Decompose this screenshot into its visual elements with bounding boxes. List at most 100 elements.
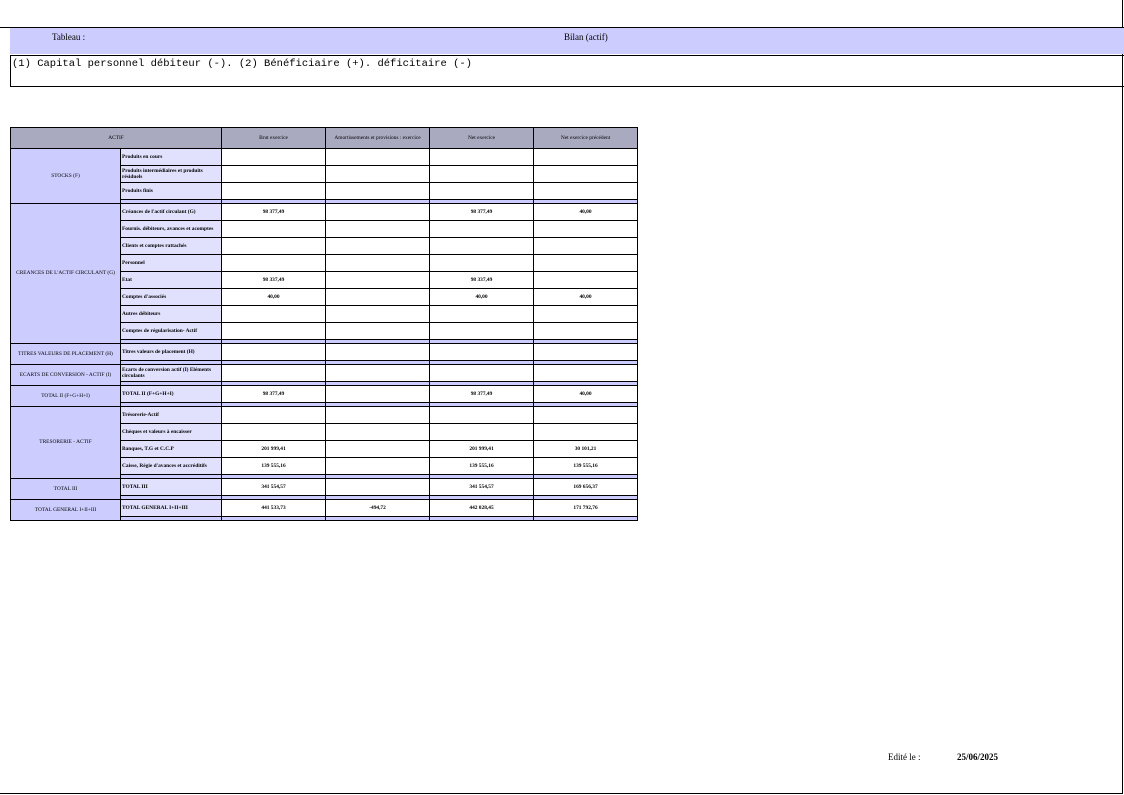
row-label: Trésorerie-Actif (119, 406, 223, 424)
value-cell-amort (325, 440, 431, 458)
note-box: (1) Capital personnel débiteur (-). (2) … (10, 55, 1124, 87)
row-label: Créances de l'actif circulant (G) (119, 203, 223, 221)
category-cell: TOTAL III (10, 478, 121, 500)
value-cell-amort (325, 457, 431, 475)
page-title: Bilan (actif) (564, 32, 608, 42)
value-cell-amort (325, 478, 431, 496)
table-row: TITRES VALEURS DE PLACEMENT (H) Titres va… (10, 343, 639, 365)
row-label: Titres valeurs de placement (H) (119, 343, 223, 361)
value-cell-brut (221, 237, 327, 255)
row-label: Personnel (119, 254, 223, 272)
table-row: CREANCES DE L'ACTIF CIRCULANT (G) Créance… (10, 203, 639, 344)
row-label: Comptes de régularisation- Actif (119, 322, 223, 340)
category-cell: ECARTS DE CONVERSION - ACTIF (I) (10, 364, 121, 386)
value-cell-prec (533, 148, 639, 166)
value-cell-net: 201 999,41 (429, 440, 535, 458)
value-cell-net (429, 343, 535, 361)
value-cell-brut: 201 999,41 (221, 440, 327, 458)
separator-cell (429, 516, 535, 521)
table-row: ECARTS DE CONVERSION - ACTIF (I) Ecarts d… (10, 364, 639, 386)
value-cell-brut: 441 533,73 (221, 499, 327, 517)
value-cell-brut (221, 254, 327, 272)
value-cell-brut (221, 220, 327, 238)
value-cell-brut (221, 322, 327, 340)
table-row: STOCKS (F) Produits en cours (10, 148, 639, 204)
separator-cell (221, 516, 327, 521)
row-label: Fournis. débiteurs, avances et acomptes (119, 220, 223, 238)
value-cell-net (429, 305, 535, 323)
category-cell: TOTAL GENERAL I+II+III (10, 499, 121, 521)
title-band: Tableau : Bilan (actif) (10, 28, 1124, 54)
row-label: Etat (119, 271, 223, 289)
separator-cell (533, 516, 639, 521)
value-cell-brut (221, 148, 327, 166)
row-label: TOTAL III (119, 478, 223, 496)
edite-date: 25/06/2025 (957, 752, 999, 762)
value-cell-prec: 40,00 (533, 203, 639, 221)
value-cell-prec: 139 555,16 (533, 457, 639, 475)
row-label: TOTAL GENERAL I+II+III (119, 499, 223, 517)
value-cell-prec: 30 101,21 (533, 440, 639, 458)
value-cell-amort (325, 385, 431, 403)
value-cell-prec (533, 237, 639, 255)
value-cell-prec (533, 220, 639, 238)
value-cell-prec (533, 182, 639, 200)
value-cell-amort: -494,72 (325, 499, 431, 517)
value-cell-net (429, 237, 535, 255)
edite-label: Edité le : (888, 752, 921, 762)
value-cell-prec (533, 271, 639, 289)
col-header-brut: Brut exercice (221, 127, 327, 149)
value-cell-net: 98 377,49 (429, 385, 535, 403)
row-label: Clients et comptes rattachés (119, 237, 223, 255)
col-header-actif: ACTIF (9, 127, 223, 149)
value-cell-brut: 98 377,49 (221, 385, 327, 403)
value-cell-net (429, 406, 535, 424)
row-label: Autres débiteurs (119, 305, 223, 323)
value-cell-amort (325, 423, 431, 441)
value-cell-net (429, 182, 535, 200)
value-cell-brut (221, 165, 327, 183)
category-cell: TOTAL II (F+G+H+I) (10, 385, 121, 407)
value-cell-net: 139 555,16 (429, 457, 535, 475)
value-cell-prec: 171 792,76 (533, 499, 639, 517)
value-cell-net: 98 337,49 (429, 271, 535, 289)
row-label: Produits finis (119, 182, 223, 200)
value-cell-brut: 98 337,49 (221, 271, 327, 289)
row-label: Banques, T.G et C.C.P (119, 440, 223, 458)
value-cell-net (429, 148, 535, 166)
table-row: TOTAL II (F+G+H+I) TOTAL II (F+G+H+I) 98 3… (10, 385, 639, 407)
value-cell-prec: 40,00 (533, 385, 639, 403)
row-label: Caisse, Régie d'avances et accréditifs (119, 457, 223, 475)
value-cell-brut (221, 182, 327, 200)
row-label: TOTAL II (F+G+H+I) (119, 385, 223, 403)
value-cell-prec: 169 656,37 (533, 478, 639, 496)
value-cell-amort (325, 322, 431, 340)
row-label: Chèques et valeurs à encaisser (119, 423, 223, 441)
value-cell-amort (325, 305, 431, 323)
separator-cell (119, 516, 223, 521)
value-cell-amort (325, 182, 431, 200)
value-cell-prec (533, 423, 639, 441)
value-cell-net: 442 028,45 (429, 499, 535, 517)
value-cell-brut (221, 305, 327, 323)
value-cell-prec (533, 343, 639, 361)
note-text: (1) Capital personnel débiteur (-). (2) … (12, 58, 472, 70)
col-header-net: Net exercice (429, 127, 535, 149)
value-cell-amort (325, 237, 431, 255)
row-label: Produits intermédiaires et produits rési… (119, 165, 223, 183)
value-cell-amort (325, 165, 431, 183)
col-header-prec: Net exercice précédent (533, 127, 639, 149)
value-cell-net: 40,00 (429, 288, 535, 306)
value-cell-amort (325, 343, 431, 361)
value-cell-amort (325, 406, 431, 424)
value-cell-prec (533, 254, 639, 272)
category-cell: TRESORERIE - ACTIF (10, 406, 121, 479)
value-cell-prec: 40,00 (533, 288, 639, 306)
value-cell-brut: 40,00 (221, 288, 327, 306)
category-cell: CREANCES DE L'ACTIF CIRCULANT (G) (10, 203, 121, 344)
tableau-label: Tableau : (52, 32, 86, 42)
value-cell-net (429, 220, 535, 238)
value-cell-net (429, 364, 535, 382)
value-cell-prec (533, 364, 639, 382)
value-cell-net (429, 322, 535, 340)
